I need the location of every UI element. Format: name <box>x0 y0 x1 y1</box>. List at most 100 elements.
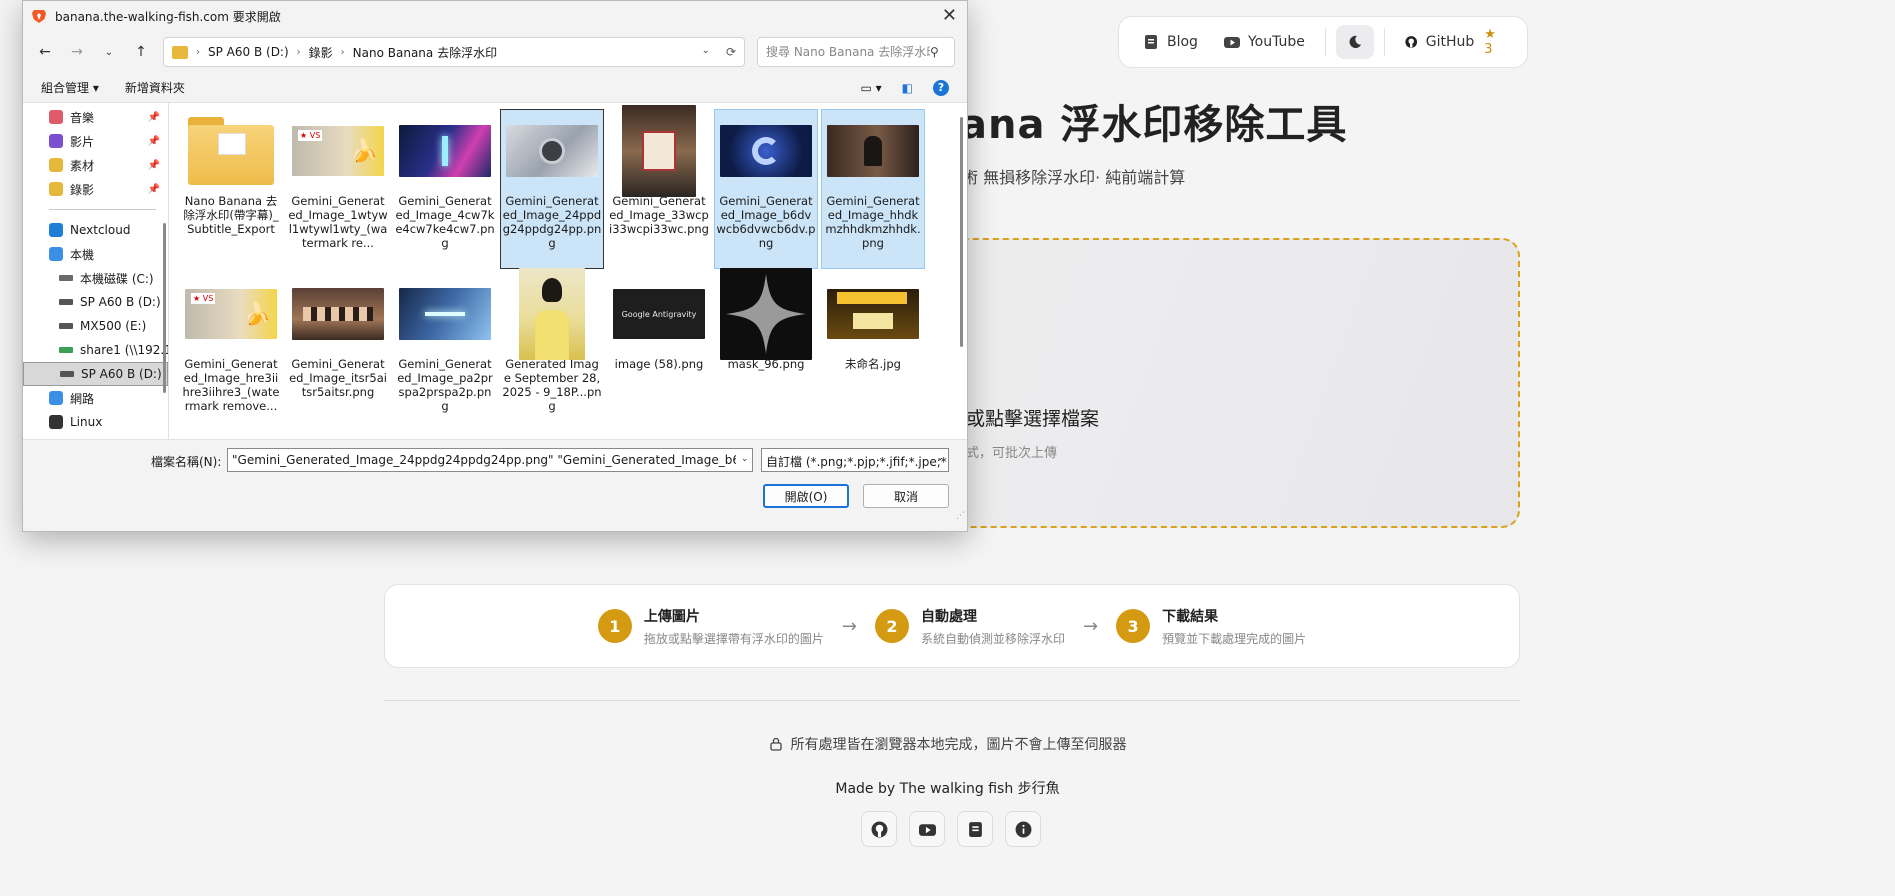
file-item[interactable]: Gemini_Generated_Image_hhdkmzhhdkmzhhdk.… <box>821 109 925 269</box>
dialog-footer: 檔案名稱(N): ⌄ 自訂檔 (*.png;*.pjp;*.jfif;*.jpe… <box>23 439 967 523</box>
open-button[interactable]: 開啟(O) <box>763 484 849 508</box>
file-item[interactable]: 🍌 ★ VS Gemini_Generated_Image_hre3iihre3ii… <box>179 272 283 432</box>
address-dropdown-icon[interactable]: ⌄ <box>702 45 710 59</box>
file-row: 🍌 ★ VS Gemini_Generated_Image_hre3iihre3ii… <box>179 268 967 435</box>
nav-item[interactable]: 音樂 📌 <box>23 105 168 129</box>
file-item[interactable]: Gemini_Generated_Image_itsr5aitsr5aitsr.… <box>286 272 390 432</box>
blog-link[interactable]: Blog <box>1133 28 1208 56</box>
file-thumbnail <box>720 114 812 188</box>
youtube-icon <box>918 823 936 836</box>
youtube-link[interactable]: YouTube <box>1214 28 1315 56</box>
folder-icon <box>188 117 274 185</box>
search-box[interactable]: ⚲ <box>757 37 955 67</box>
file-thumbnail <box>399 277 491 351</box>
preview-pane-icon[interactable]: ◧ <box>902 81 913 95</box>
view-options-icon[interactable]: ▭ ▾ <box>860 81 881 95</box>
close-icon[interactable]: ✕ <box>942 5 957 26</box>
nav-item-label: MX500 (E:) <box>80 319 147 333</box>
help-icon[interactable]: ? <box>933 79 949 96</box>
step-download: 3 下載結果 預覽並下載處理完成的圖片 <box>1116 606 1306 647</box>
nav-item-icon <box>59 299 73 305</box>
pin-icon: 📌 <box>147 111 160 123</box>
up-arrow-icon[interactable]: ↑ <box>127 38 155 66</box>
nav-item[interactable]: SP A60 B (D:) <box>23 362 168 386</box>
breadcrumb-drive[interactable]: SP A60 B (D:) <box>208 45 289 59</box>
file-name: image (58).png <box>614 357 704 371</box>
github-icon <box>1405 36 1418 48</box>
file-thumbnail <box>827 277 919 351</box>
resize-grip-icon[interactable]: ⋰ <box>956 511 965 521</box>
step-process: 2 自動處理 系統自動偵測並移除浮水印 <box>874 606 1065 647</box>
file-item[interactable]: Gemini_Generated_Image_24ppdg24ppdg24pp.… <box>500 109 604 269</box>
nav-item[interactable]: 影片 📌 <box>23 129 168 153</box>
nav-item[interactable]: 本機 <box>23 242 168 266</box>
address-bar[interactable]: › SP A60 B (D:) › 錄影 › Nano Banana 去除浮水印… <box>163 37 745 67</box>
dropzone-main-text: 或點擊選擇檔案 <box>966 408 1100 430</box>
refresh-icon[interactable]: ⟳ <box>726 45 736 59</box>
nav-item-label: 本機磁碟 (C:) <box>80 271 154 286</box>
nav-scrollbar[interactable] <box>163 223 166 393</box>
dropzone-hint-text: 式，可批次上傳 <box>966 446 1058 461</box>
footer-info-button[interactable] <box>1005 811 1041 847</box>
theme-toggle-button[interactable] <box>1335 25 1375 59</box>
nav-item[interactable]: 本機磁碟 (C:) <box>23 266 168 290</box>
nav-item-icon <box>49 223 63 237</box>
footer-github-button[interactable] <box>861 811 897 847</box>
footer-youtube-button[interactable] <box>909 811 945 847</box>
nav-item[interactable]: 錄影 📌 <box>23 177 168 201</box>
nav-item-icon <box>49 158 63 172</box>
nav-item[interactable]: SP A60 B (D:) <box>23 290 168 314</box>
cancel-button[interactable]: 取消 <box>863 484 949 508</box>
step-title: 自動處理 <box>920 608 977 625</box>
nav-item[interactable]: 素材 📌 <box>23 153 168 177</box>
filename-label: 檔案名稱(N): <box>151 455 222 469</box>
made-by-text: Made by The walking fish 步行魚 <box>835 781 1060 797</box>
nav-item[interactable]: share1 (\\192.1 <box>23 338 168 362</box>
nav-item[interactable]: 網路 <box>23 386 168 410</box>
arrow-right-icon: → <box>1083 615 1099 637</box>
step-upload: 1 上傳圖片 拖放或點擊選擇帶有浮水印的圖片 <box>597 606 824 647</box>
search-input[interactable] <box>766 45 930 59</box>
grid-scrollbar[interactable] <box>960 117 963 347</box>
step-desc: 預覽並下載處理完成的圖片 <box>1162 631 1307 646</box>
file-item[interactable]: Nano Banana 去除浮水印(帶字幕)_Subtitle_Export <box>179 109 283 269</box>
file-row: Nano Banana 去除浮水印(帶字幕)_Subtitle_Export 🍌 ★… <box>179 105 967 272</box>
new-folder-button[interactable]: 新增資料夾 <box>125 79 185 96</box>
filename-dropdown-icon[interactable]: ⌄ <box>741 454 749 464</box>
file-item[interactable]: Gemini_Generated_Image_b6dvwcb6dvwcb6dv.… <box>714 109 818 269</box>
nav-item[interactable]: Linux <box>23 410 168 434</box>
info-icon <box>1015 821 1031 837</box>
footer-blog-button[interactable] <box>957 811 993 847</box>
file-item[interactable]: Gemini_Generated_Image_pa2prspa2prspa2p.… <box>393 272 497 432</box>
file-item[interactable]: mask_96.png <box>714 268 818 432</box>
file-item[interactable]: 未命名.jpg <box>821 272 925 432</box>
file-item[interactable]: Gemini_Generated_Image_4cw7ke4cw7ke4cw7.… <box>393 109 497 269</box>
dialog-title: banana.the-walking-fish.com 要求開啟 <box>55 9 281 24</box>
organize-button[interactable]: 組合管理 ▾ <box>41 79 99 96</box>
github-label: GitHub <box>1425 34 1475 50</box>
breadcrumb-current[interactable]: Nano Banana 去除浮水印 <box>353 44 497 61</box>
recent-chevron-icon[interactable]: ⌄ <box>95 38 123 66</box>
pin-icon: 📌 <box>147 135 160 147</box>
file-item[interactable]: 🍌 ★ VS Gemini_Generated_Image_1wtywl1wtywl… <box>286 109 390 269</box>
nav-item-icon <box>49 134 63 148</box>
back-arrow-icon[interactable]: ← <box>31 38 59 66</box>
brave-lion-icon <box>32 10 46 23</box>
blog-label: Blog <box>1167 34 1198 50</box>
nav-item-icon <box>59 323 73 329</box>
file-name: Gemini_Generated_Image_33wcpi33wcpi33wc.… <box>609 194 709 236</box>
file-name: 未命名.jpg <box>845 357 901 371</box>
nav-item-label: 網路 <box>70 391 95 406</box>
file-type-select[interactable]: 自訂檔 (*.png;*.pjp;*.jfif;*.jpe;* ⌄ <box>761 448 949 472</box>
filename-input[interactable] <box>227 448 753 472</box>
navigation-pane: 音樂 📌 影片 📌 素材 📌 錄影 📌 Nextcloud 本機本機磁碟 (C:) SP A60 B… <box>23 103 169 439</box>
forward-arrow-icon[interactable]: → <box>63 38 91 66</box>
nav-item[interactable]: Nextcloud <box>23 218 168 242</box>
file-item[interactable]: Google Antigravity image (58).png <box>607 272 711 432</box>
folder-icon <box>172 45 188 59</box>
breadcrumb-folder[interactable]: 錄影 <box>309 44 333 61</box>
file-item[interactable]: Generated Image September 28, 2025 - 9_1… <box>500 268 604 432</box>
nav-item[interactable]: MX500 (E:) <box>23 314 168 338</box>
file-item[interactable]: Gemini_Generated_Image_33wcpi33wcpi33wc.… <box>607 105 711 269</box>
github-link[interactable]: GitHub ★ 3 <box>1395 21 1513 63</box>
